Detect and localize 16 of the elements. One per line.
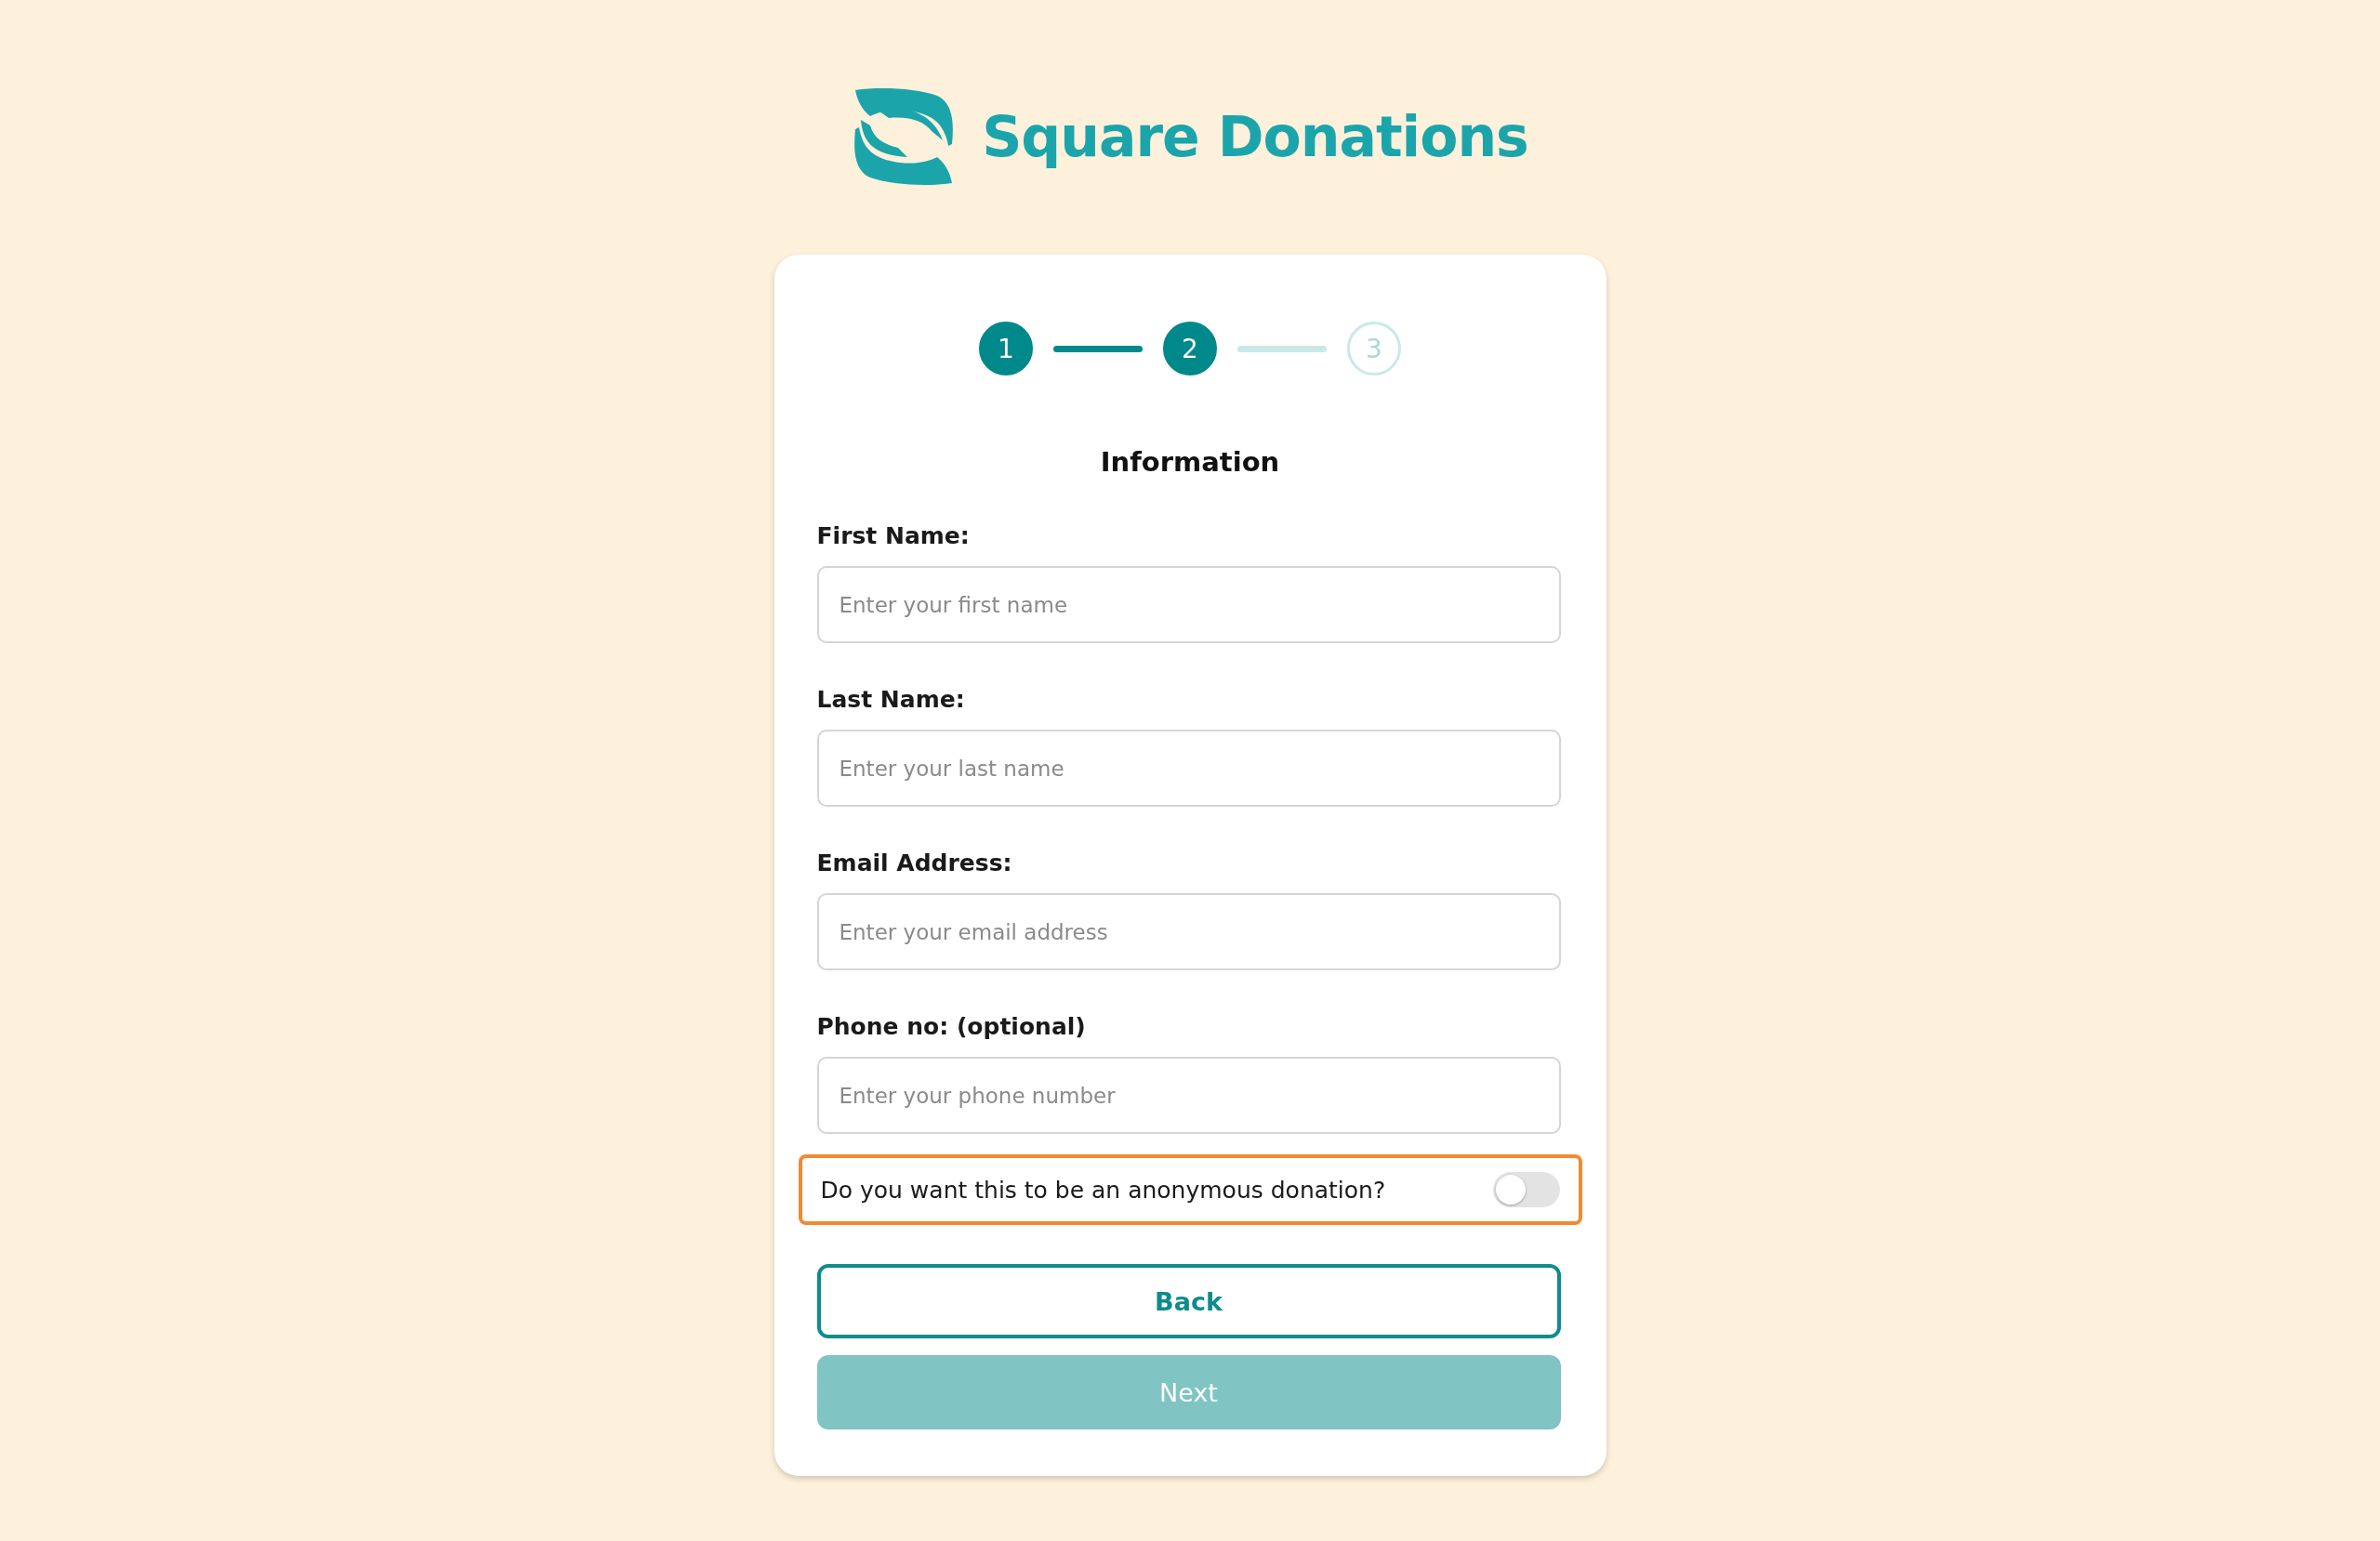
field-label: First Name: — [816, 522, 970, 549]
step-circle: 1 — [979, 322, 1033, 375]
toggle-switch[interactable] — [1492, 1172, 1560, 1207]
field-label: Email Address: — [816, 850, 1012, 876]
field-label: Last Name: — [816, 686, 965, 713]
back-button[interactable]: Back — [816, 1264, 1561, 1338]
toggle-label: Do you want this to be an anonymous donation? — [820, 1176, 1386, 1204]
input-field[interactable]: Enter your phone number — [816, 1057, 1561, 1134]
brand-name: Square Donations — [982, 104, 1528, 169]
form-title: Information — [1100, 446, 1280, 478]
step-circle: 2 — [1163, 322, 1217, 375]
step-circle: 3 — [1347, 322, 1401, 375]
field-label: Phone no: (optional) — [816, 1013, 1086, 1040]
input-field[interactable]: Enter your first name — [816, 566, 1561, 643]
input-field[interactable]: Enter your email address — [816, 893, 1561, 970]
input-field[interactable]: Enter your last name — [816, 730, 1561, 807]
